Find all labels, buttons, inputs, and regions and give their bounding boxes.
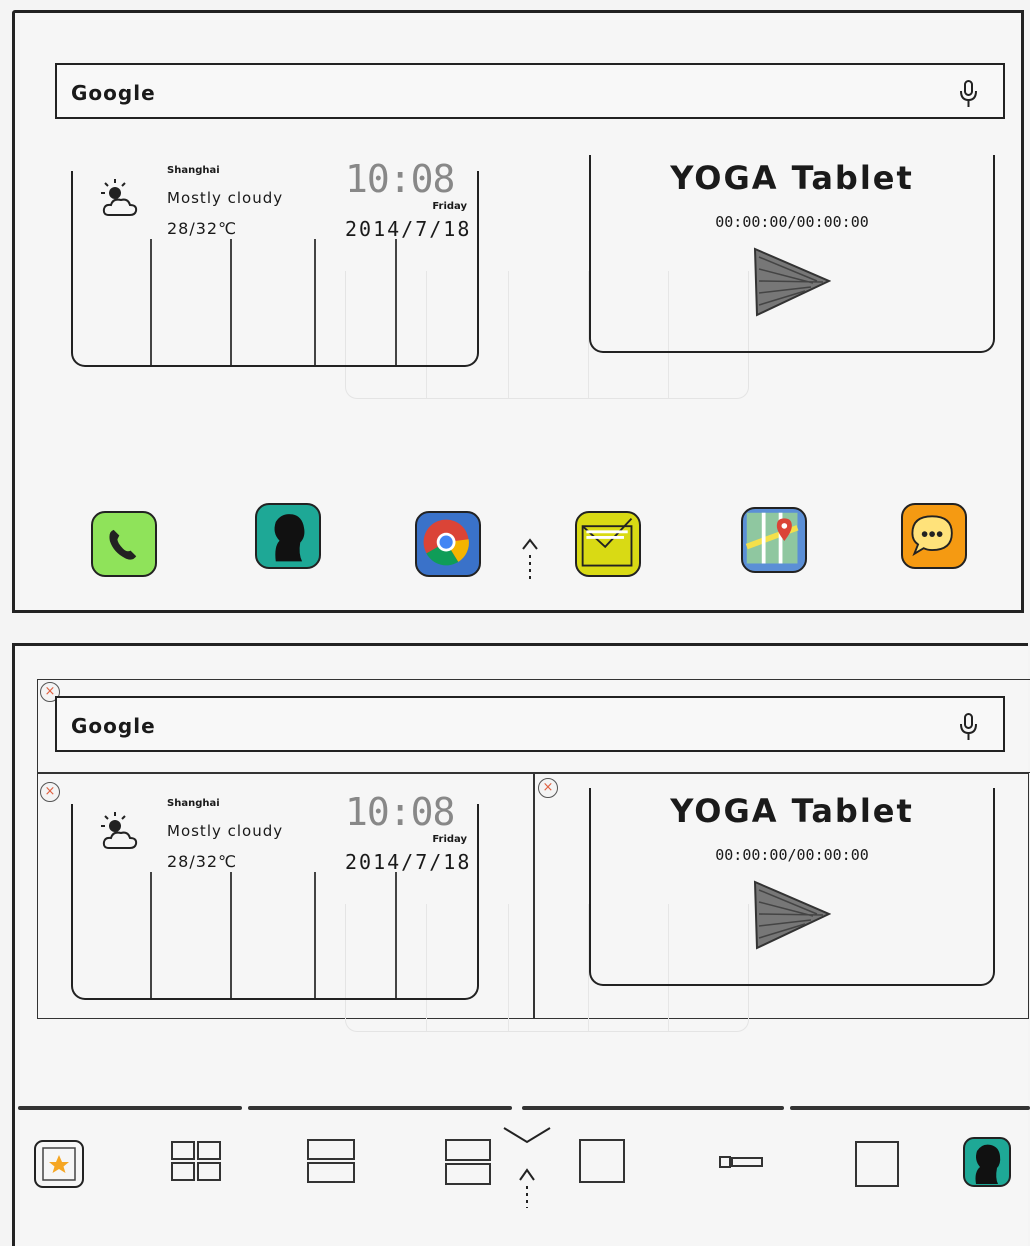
phone-app[interactable] <box>91 511 157 577</box>
play-icon[interactable] <box>753 880 831 952</box>
clock-time: 10:08 <box>345 790 455 834</box>
contacts-app[interactable] <box>255 503 321 569</box>
google-search-bar[interactable]: Google <box>55 696 1005 752</box>
messaging-icon <box>911 515 953 557</box>
microphone-icon[interactable] <box>957 712 981 742</box>
search-bar-label: Google <box>71 81 156 105</box>
remove-video-widget-button[interactable]: × <box>538 778 558 798</box>
weather-city: Shanghai <box>167 798 220 809</box>
play-icon[interactable] <box>753 247 831 319</box>
google-search-bar[interactable]: Google <box>55 63 1005 119</box>
maps-app[interactable] <box>741 507 807 573</box>
grid-2x2-widget-icon[interactable] <box>170 1140 222 1182</box>
clock-day: Friday <box>432 834 467 845</box>
single-widget-icon[interactable] <box>578 1138 628 1184</box>
chrome-icon <box>423 519 469 566</box>
home-screen: Google Shanghai Mostly cloudy 28/32℃ 10:… <box>12 10 1024 613</box>
app-drawer-arrow-icon[interactable] <box>520 537 540 583</box>
contacts-widget-icon[interactable] <box>962 1136 1012 1188</box>
weather-temperature: 28/32℃ <box>167 852 238 871</box>
weather-temperature: 28/32℃ <box>167 219 238 238</box>
chrome-app[interactable] <box>415 511 481 577</box>
video-timecode: 00:00:00/00:00:00 <box>715 846 869 864</box>
partly-cloudy-icon <box>101 179 138 216</box>
video-title: YOGA Tablet <box>670 159 914 197</box>
favorites-widget-icon[interactable] <box>32 1138 86 1190</box>
clock-time: 10:08 <box>345 157 455 201</box>
weather-condition: Mostly cloudy <box>167 189 284 207</box>
weather-city: Shanghai <box>167 165 220 176</box>
microphone-icon[interactable] <box>957 79 981 109</box>
clock-day: Friday <box>432 201 467 212</box>
video-player-widget[interactable]: YOGA Tablet 00:00:00/00:00:00 <box>589 155 995 353</box>
tray-divider <box>522 1106 784 1110</box>
email-icon <box>581 517 633 567</box>
phone-icon <box>109 529 137 560</box>
stack-2-widget-icon[interactable] <box>306 1138 356 1184</box>
contacts-icon <box>274 514 305 562</box>
weather-condition: Mostly cloudy <box>167 822 284 840</box>
clock-date: 2014/7/18 <box>345 850 472 874</box>
tray-divider <box>248 1106 512 1110</box>
video-title: YOGA Tablet <box>670 792 914 830</box>
email-app[interactable] <box>575 511 641 577</box>
stack-2-small-widget-icon[interactable] <box>444 1138 492 1186</box>
search-bar-label: Google <box>71 714 156 738</box>
weather-clock-widget[interactable]: Shanghai Mostly cloudy 28/32℃ 10:08 Frid… <box>71 790 479 1000</box>
clock-date: 2014/7/18 <box>345 217 472 241</box>
video-timecode: 00:00:00/00:00:00 <box>715 213 869 231</box>
remove-weather-widget-button[interactable]: × <box>40 782 60 802</box>
partly-cloudy-icon <box>101 812 138 849</box>
tray-divider <box>790 1106 1030 1110</box>
square-widget-icon[interactable] <box>854 1140 900 1188</box>
video-player-widget[interactable]: YOGA Tablet 00:00:00/00:00:00 <box>589 788 995 986</box>
maps-icon <box>745 512 799 564</box>
collapse-tray-icon[interactable] <box>500 1124 554 1210</box>
weather-clock-widget[interactable]: Shanghai Mostly cloudy 28/32℃ 10:08 Frid… <box>71 157 479 367</box>
messaging-app[interactable] <box>901 503 967 569</box>
tray-divider <box>18 1106 242 1110</box>
wide-small-widget-icon[interactable] <box>718 1154 764 1170</box>
